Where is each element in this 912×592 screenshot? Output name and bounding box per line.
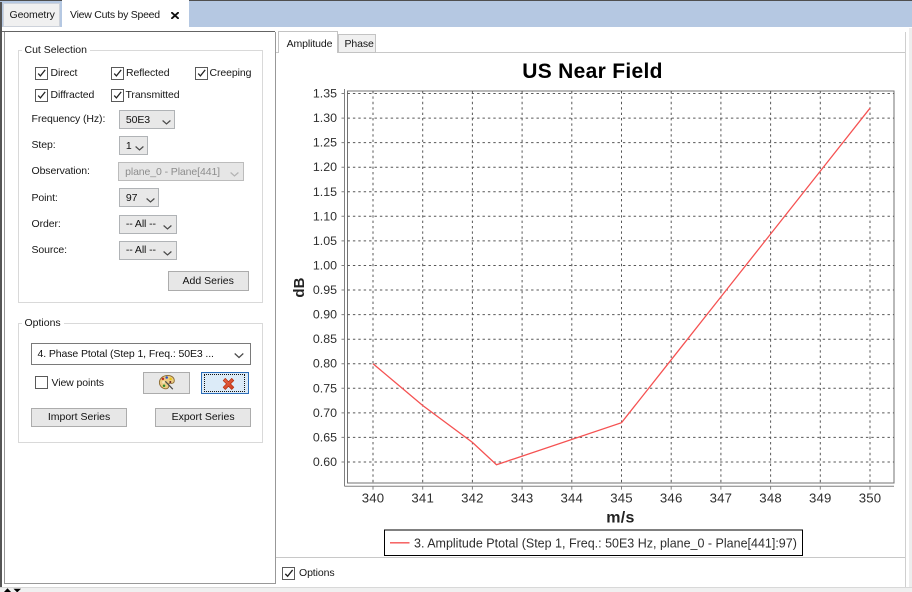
svg-text:dB: dB: [291, 277, 308, 297]
svg-text:0.90: 0.90: [313, 308, 337, 322]
svg-text:1.30: 1.30: [313, 111, 337, 125]
svg-text:1.35: 1.35: [313, 87, 337, 101]
svg-text:0.60: 0.60: [313, 455, 337, 469]
svg-text:340: 340: [362, 491, 385, 506]
svg-text:1.00: 1.00: [313, 259, 337, 273]
svg-text:US Near Field: US Near Field: [522, 60, 662, 83]
svg-text:348: 348: [759, 491, 782, 506]
svg-text:1.20: 1.20: [313, 160, 337, 174]
svg-text:343: 343: [511, 491, 534, 506]
svg-text:342: 342: [461, 491, 484, 506]
svg-text:0.65: 0.65: [313, 430, 337, 444]
svg-text:346: 346: [660, 491, 683, 506]
svg-text:0.70: 0.70: [313, 406, 337, 420]
svg-text:0.95: 0.95: [313, 283, 337, 297]
svg-text:0.80: 0.80: [313, 357, 337, 371]
svg-text:349: 349: [809, 491, 832, 506]
svg-text:m/s: m/s: [606, 510, 634, 527]
svg-text:344: 344: [560, 491, 583, 506]
svg-text:0.85: 0.85: [313, 332, 337, 346]
svg-text:1.10: 1.10: [313, 209, 337, 223]
svg-text:341: 341: [411, 491, 434, 506]
svg-text:347: 347: [710, 491, 733, 506]
svg-text:0.75: 0.75: [313, 381, 337, 395]
svg-text:350: 350: [859, 491, 882, 506]
svg-text:1.25: 1.25: [313, 136, 337, 150]
svg-text:1.05: 1.05: [313, 234, 337, 248]
svg-text:345: 345: [610, 491, 633, 506]
svg-text:1.15: 1.15: [313, 185, 337, 199]
svg-text:3. Amplitude Ptotal (Step 1, F: 3. Amplitude Ptotal (Step 1, Freq.: 50E3…: [414, 537, 797, 551]
